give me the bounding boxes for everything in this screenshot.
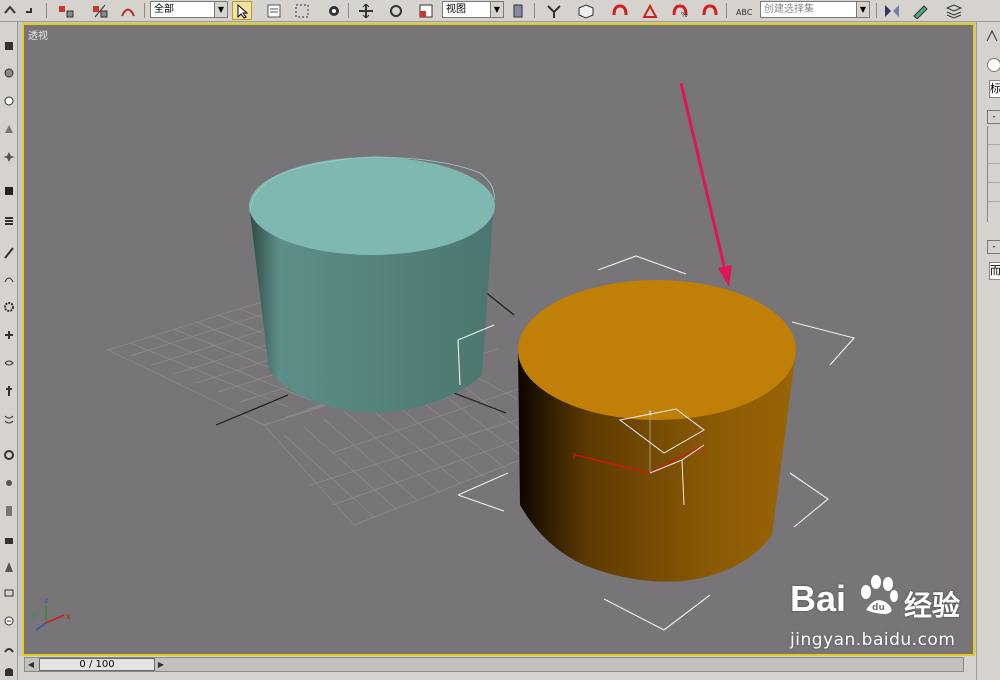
rollout-collapse-icon[interactable]: - bbox=[987, 110, 1000, 124]
watermark-url: jingyan.baidu.com bbox=[790, 630, 956, 650]
edit-named-selection-icon[interactable]: ABC bbox=[734, 1, 754, 20]
scene-canvas[interactable]: z y x z x y bbox=[24, 25, 973, 654]
region-select-icon[interactable] bbox=[292, 1, 312, 20]
align-icon[interactable] bbox=[910, 1, 930, 20]
reactor-toolbar bbox=[0, 22, 18, 680]
tool-icon-8[interactable] bbox=[1, 244, 16, 262]
tool-icon-13[interactable] bbox=[1, 382, 16, 400]
baidu-watermark: Bai du 经验 jingyan.baidu.com bbox=[768, 570, 973, 654]
select-object-icon[interactable] bbox=[232, 1, 252, 20]
tool-icon-15[interactable] bbox=[1, 446, 16, 464]
create-tab-icon[interactable] bbox=[985, 28, 999, 42]
svg-text:y: y bbox=[572, 450, 577, 459]
object-type-button[interactable] bbox=[988, 183, 1000, 202]
bind-to-space-warp-icon[interactable] bbox=[118, 1, 138, 20]
angle-snap-icon[interactable] bbox=[640, 1, 660, 20]
tool-icon-21[interactable] bbox=[1, 612, 16, 630]
svg-text:%: % bbox=[681, 11, 688, 19]
annotation-arrow bbox=[679, 82, 732, 287]
tool-icon-2[interactable] bbox=[1, 64, 16, 82]
chevron-down-icon: ▼ bbox=[490, 2, 503, 17]
time-slider[interactable]: ◀ 0 / 100 ▶ bbox=[24, 657, 964, 672]
percent-snap-icon[interactable]: % bbox=[670, 1, 690, 20]
tool-icon-10[interactable] bbox=[1, 298, 16, 316]
snaps-toggle-icon[interactable] bbox=[610, 1, 630, 20]
axis-x-label: x bbox=[66, 612, 71, 621]
axis-y-label: y bbox=[32, 610, 37, 619]
select-and-link-icon[interactable] bbox=[56, 1, 76, 20]
tool-icon-16[interactable] bbox=[1, 474, 16, 492]
time-slider-thumb[interactable]: 0 / 100 bbox=[39, 658, 155, 671]
pivot-center-icon[interactable] bbox=[508, 1, 528, 20]
object-type-button[interactable] bbox=[988, 145, 1000, 164]
name-field[interactable]: 而 bbox=[989, 262, 1000, 280]
redo-icon[interactable] bbox=[22, 1, 42, 20]
next-frame-icon[interactable]: ▶ bbox=[155, 658, 167, 671]
tool-icon-4[interactable] bbox=[1, 120, 16, 138]
spinner-snap-icon[interactable] bbox=[700, 1, 720, 20]
geometry-icon[interactable] bbox=[987, 58, 1000, 72]
orange-cylinder[interactable] bbox=[518, 280, 796, 582]
command-panel: 标 - - 而 bbox=[976, 22, 1000, 680]
axis-z-label: z bbox=[44, 596, 48, 605]
axis-tripod: z x y bbox=[32, 596, 71, 631]
layer-manager-icon[interactable] bbox=[944, 1, 964, 20]
keyboard-shortcut-toggle-icon[interactable] bbox=[576, 1, 596, 20]
tool-icon-9[interactable] bbox=[1, 270, 16, 288]
watermark-logo: Bai bbox=[790, 578, 847, 619]
tool-icon-3[interactable] bbox=[1, 92, 16, 110]
tool-icon-17[interactable] bbox=[1, 502, 16, 520]
rotate-icon[interactable] bbox=[386, 1, 406, 20]
select-and-manipulate-icon[interactable] bbox=[544, 1, 564, 20]
move-icon[interactable] bbox=[356, 1, 376, 20]
tool-icon-6[interactable] bbox=[1, 182, 16, 200]
mirror-icon[interactable] bbox=[882, 1, 902, 20]
unlink-selection-icon[interactable] bbox=[90, 1, 110, 20]
svg-text:x: x bbox=[702, 446, 707, 455]
chevron-down-icon: ▼ bbox=[856, 2, 869, 17]
tool-icon-11[interactable] bbox=[1, 326, 16, 344]
tool-icon-12[interactable] bbox=[1, 354, 16, 372]
tool-icon-5[interactable] bbox=[1, 148, 16, 166]
selection-filter-dropdown[interactable]: 全部 ▼ bbox=[150, 1, 228, 18]
object-type-dropdown[interactable]: 标 bbox=[989, 80, 1000, 98]
tool-icon-20[interactable] bbox=[1, 584, 16, 602]
rollout-collapse-icon[interactable]: - bbox=[987, 240, 1000, 254]
svg-text:z: z bbox=[648, 409, 652, 417]
scale-icon[interactable] bbox=[416, 1, 436, 20]
chevron-down-icon: ▼ bbox=[214, 2, 227, 17]
time-slider-bar: ◀ 0 / 100 ▶ bbox=[18, 656, 976, 680]
tool-icon-14[interactable] bbox=[1, 410, 16, 428]
tool-icon-22[interactable] bbox=[1, 640, 16, 658]
tool-icon-23[interactable] bbox=[1, 662, 16, 680]
tool-icon-18[interactable] bbox=[1, 532, 16, 550]
select-by-name-icon[interactable] bbox=[264, 1, 284, 20]
teal-cylinder[interactable] bbox=[249, 156, 495, 413]
reference-coordinate-dropdown[interactable]: 视图 ▼ bbox=[442, 1, 504, 18]
paw-logo-icon: du bbox=[861, 575, 898, 614]
window-crossing-icon[interactable] bbox=[324, 1, 344, 20]
object-type-button[interactable] bbox=[988, 126, 1000, 145]
svg-text:du: du bbox=[872, 603, 885, 613]
tool-icon-1[interactable] bbox=[1, 36, 16, 54]
perspective-viewport[interactable]: 透视 z y x z x y Bai du 经验 jingyan.baidu.c… bbox=[22, 23, 975, 656]
tool-icon-7[interactable] bbox=[1, 212, 16, 230]
object-type-button[interactable] bbox=[988, 164, 1000, 183]
main-toolbar: 全部 ▼ 视图 ▼ % ABC 创建选择集 ▼ bbox=[0, 0, 1000, 22]
svg-text:ABC: ABC bbox=[736, 8, 753, 17]
watermark-jingyan: 经验 bbox=[904, 589, 961, 622]
prev-frame-icon[interactable]: ◀ bbox=[25, 658, 37, 671]
object-type-rollout bbox=[987, 126, 1000, 222]
undo-icon[interactable] bbox=[0, 1, 20, 20]
named-selection-set-dropdown[interactable]: 创建选择集 ▼ bbox=[760, 1, 870, 18]
tool-icon-19[interactable] bbox=[1, 558, 16, 576]
